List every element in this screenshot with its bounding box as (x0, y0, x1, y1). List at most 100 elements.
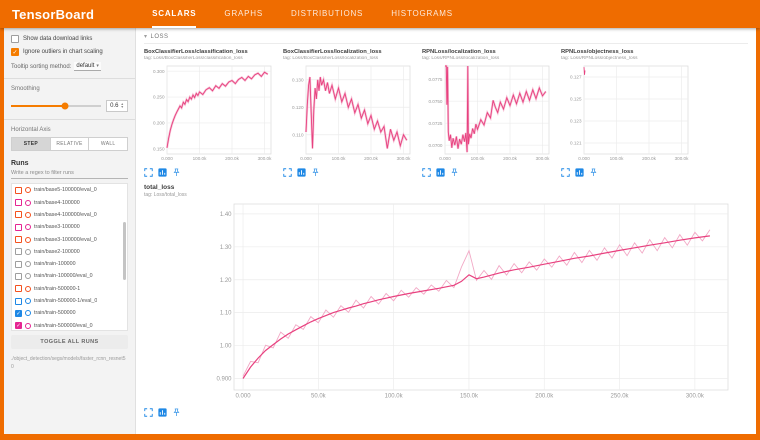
run-checkbox[interactable] (15, 285, 22, 292)
option-label: Show data download links (23, 35, 92, 43)
smoothing-slider-thumb[interactable] (62, 103, 69, 110)
stepper-icon[interactable]: ▲▼ (120, 103, 123, 109)
fit-domain-icon[interactable] (436, 168, 445, 177)
run-checkbox[interactable]: ✓ (15, 322, 22, 329)
line-chart[interactable]: 0.1210.1230.1250.1270.000100.0k200.0k300… (561, 63, 692, 165)
line-chart[interactable]: 0.1100.1200.1300.000100.0k200.0k300.0k (283, 63, 414, 165)
run-row[interactable]: ✓train/train-500000/eval_0 (12, 319, 127, 331)
expand-icon[interactable] (144, 168, 153, 177)
pin-icon[interactable] (172, 168, 181, 177)
option-row[interactable]: ✓Ignore outliers in chart scaling (11, 48, 128, 56)
tag-group-header[interactable]: ▾ LOSS (144, 31, 748, 44)
svg-text:1.30: 1.30 (220, 245, 232, 251)
svg-text:0.250: 0.250 (153, 95, 165, 100)
svg-text:300.0k: 300.0k (536, 156, 550, 161)
pin-icon[interactable] (311, 168, 320, 177)
axis-wall-button[interactable]: WALL (89, 137, 128, 151)
run-color-circle[interactable] (25, 310, 31, 316)
chart-tag: tag: Loss/total_loss (144, 192, 748, 198)
total-loss-chart[interactable]: 0.9001.001.101.201.301.400.00050.0k100.0… (144, 200, 748, 405)
run-row[interactable]: train/base3-100000 (12, 221, 127, 233)
run-checkbox[interactable] (15, 248, 22, 255)
run-checkbox[interactable] (15, 211, 22, 218)
line-chart[interactable]: 0.07000.07250.07500.07750.000100.0k200.0… (422, 63, 553, 165)
run-row[interactable]: train/base4-100000/eval_0 (12, 209, 127, 221)
caret-down-icon[interactable]: ▾ (144, 33, 148, 40)
tab-histograms[interactable]: HISTOGRAMS (391, 0, 453, 28)
chart-title: BoxClassifierLoss/localization_loss (283, 49, 414, 55)
run-label: train/base2-100000 (34, 249, 80, 255)
run-row[interactable]: train/base3-100000/eval_0 (12, 233, 127, 245)
tab-scalars[interactable]: SCALARS (152, 0, 196, 28)
pin-icon[interactable] (172, 408, 181, 417)
svg-text:300.0k: 300.0k (675, 156, 689, 161)
chart-tag: tag: Loss/RPNLoss/localization_loss (422, 56, 553, 61)
app-header: TensorBoard SCALARSGRAPHSDISTRIBUTIONSHI… (0, 0, 760, 28)
fit-domain-icon[interactable] (575, 168, 584, 177)
unchecked-checkbox[interactable] (11, 35, 19, 43)
run-checkbox[interactable] (15, 224, 22, 231)
sidebar-options: Show data download links ✓Ignore outliers… (11, 35, 128, 56)
run-row[interactable]: train/base5-100000/eval_0 (12, 184, 127, 196)
run-color-circle[interactable] (25, 273, 31, 279)
run-label: train/base5-100000/eval_0 (34, 187, 97, 193)
run-row[interactable]: train/train-100000/eval_0 (12, 270, 127, 282)
toggle-all-runs-button[interactable]: TOGGLE ALL RUNS (11, 335, 128, 349)
runs-filter-input[interactable] (11, 167, 128, 179)
run-checkbox[interactable] (15, 273, 22, 280)
svg-text:0.127: 0.127 (570, 75, 582, 80)
run-color-circle[interactable] (25, 261, 31, 267)
fit-domain-icon[interactable] (297, 168, 306, 177)
chart-toolbar (144, 168, 275, 177)
axis-relative-button[interactable]: RELATIVE (51, 137, 90, 151)
svg-text:250.0k: 250.0k (611, 394, 630, 400)
run-checkbox[interactable]: ✓ (15, 310, 22, 317)
svg-text:0.110: 0.110 (292, 132, 304, 137)
tooltip-sort-dropdown[interactable]: default ▾ (74, 62, 101, 71)
run-color-circle[interactable] (25, 286, 31, 292)
runs-list: train/base5-100000/eval_0 train/base4-100… (11, 183, 128, 331)
pin-icon[interactable] (589, 168, 598, 177)
run-checkbox[interactable] (15, 261, 22, 268)
run-color-circle[interactable] (25, 187, 31, 193)
smoothing-slider[interactable] (11, 105, 101, 107)
tab-graphs[interactable]: GRAPHS (224, 0, 263, 28)
run-color-circle[interactable] (25, 237, 31, 243)
run-checkbox[interactable] (15, 199, 22, 206)
chart-title: BoxClassifierLoss/classification_loss (144, 49, 275, 55)
expand-icon[interactable] (561, 168, 570, 177)
run-color-circle[interactable] (25, 249, 31, 255)
run-row[interactable]: ✓train/train-500000 (12, 307, 127, 319)
line-chart[interactable]: 0.1500.2000.2500.3000.000100.0k200.0k300… (144, 63, 275, 165)
run-row[interactable]: train/train-500000-1 (12, 283, 127, 295)
runs-list-scrollbar[interactable] (123, 222, 126, 280)
expand-icon[interactable] (422, 168, 431, 177)
tab-distributions[interactable]: DISTRIBUTIONS (291, 0, 363, 28)
expand-icon[interactable] (283, 168, 292, 177)
run-checkbox[interactable] (15, 236, 22, 243)
run-checkbox[interactable] (15, 187, 22, 194)
run-color-circle[interactable] (25, 200, 31, 206)
smoothing-value-box[interactable]: 0.6 ▲▼ (106, 100, 128, 112)
axis-step-button[interactable]: STEP (11, 137, 51, 151)
run-color-circle[interactable] (25, 224, 31, 230)
run-row[interactable]: train/base2-100000 (12, 246, 127, 258)
svg-text:100.0k: 100.0k (471, 156, 485, 161)
expand-icon[interactable] (144, 408, 153, 417)
run-checkbox[interactable] (15, 298, 22, 305)
run-label: train/train-100000 (34, 261, 76, 267)
run-row[interactable]: train/train-100000 (12, 258, 127, 270)
sidebar: Show data download links ✓Ignore outliers… (4, 28, 136, 434)
svg-text:300.0k: 300.0k (258, 156, 272, 161)
checked-checkbox[interactable]: ✓ (11, 48, 19, 56)
fit-domain-icon[interactable] (158, 168, 167, 177)
fit-domain-icon[interactable] (158, 408, 167, 417)
run-color-circle[interactable] (25, 323, 31, 329)
run-row[interactable]: train/base4-100000 (12, 196, 127, 208)
chart-toolbar (422, 168, 553, 177)
option-row[interactable]: Show data download links (11, 35, 128, 43)
run-row[interactable]: train/train-500000-1/eval_0 (12, 295, 127, 307)
run-color-circle[interactable] (25, 298, 31, 304)
pin-icon[interactable] (450, 168, 459, 177)
run-color-circle[interactable] (25, 212, 31, 218)
